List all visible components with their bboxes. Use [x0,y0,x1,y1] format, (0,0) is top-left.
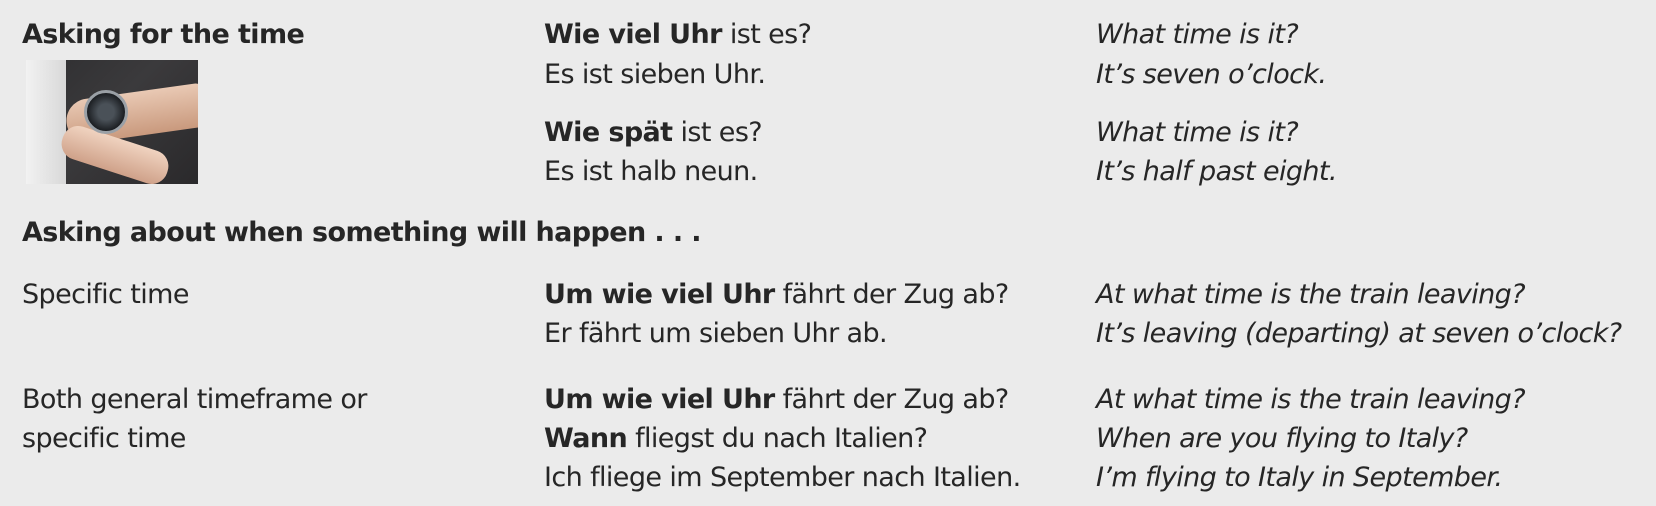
english-question-1: What time is it? [1096,19,1299,50]
german-answer-1: Es ist sieben Uhr. [544,59,766,90]
german-question-2: Wie spät ist es? [544,117,763,148]
label-specific-time: Specific time [22,279,189,310]
german-specific-question: Um wie viel Uhr fährt der Zug ab? [544,279,1009,310]
english-both-line2: When are you flying to Italy? [1096,423,1468,454]
english-specific-answer: It’s leaving (departing) at seven o’cloc… [1096,318,1622,349]
german-both-line3: Ich fliege im September nach Italien. [544,462,1021,493]
sleeve-shape [26,60,66,184]
label-both-line2: specific time [22,423,186,454]
german-question-1: Wie viel Uhr ist es? [544,19,812,50]
label-both-line1: Both general timeframe or [22,384,367,415]
german-specific-answer: Er fährt um sieben Uhr ab. [544,318,888,349]
english-both-line3: I’m flying to Italy in September. [1096,462,1503,493]
german-both-line2: Wann fliegst du nach Italien? [544,423,928,454]
section-heading-asking-time: Asking for the time [22,19,305,50]
english-answer-1: It’s seven o’clock. [1096,59,1327,90]
section-heading-when: Asking about when something will happen … [22,217,702,248]
english-both-line1: At what time is the train leaving? [1096,384,1526,415]
german-both-line1: Um wie viel Uhr fährt der Zug ab? [544,384,1009,415]
english-question-2: What time is it? [1096,117,1299,148]
german-answer-2: Es ist halb neun. [544,156,758,187]
watch-icon [84,90,128,134]
english-answer-2: It’s half past eight. [1096,156,1337,187]
english-specific-question: At what time is the train leaving? [1096,279,1526,310]
wristwatch-photo [26,60,198,184]
